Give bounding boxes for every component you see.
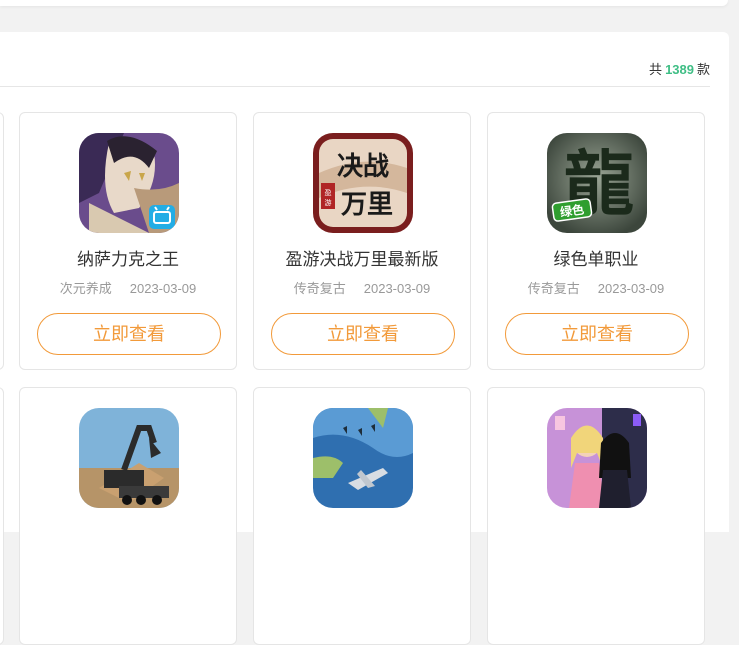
dragon-character-icon[interactable]: 龍 绿色 [547,133,647,233]
game-title[interactable]: 纳萨力克之王 [20,248,236,272]
game-card[interactable]: 纳萨力克之王 次元养成 2023-03-09 立即查看 [19,112,237,370]
game-card[interactable]: 龍 绿色 绿色单职业 传奇复古 2023-03-09 立即查看 [487,112,705,370]
dress-up-girls-icon[interactable] [547,408,647,508]
svg-text:盈: 盈 [325,189,332,197]
top-panel-edge [0,0,728,6]
icon-text-top: 决战 [337,152,389,182]
game-count: 共 1389 款 [649,61,710,79]
count-number: 1389 [665,62,694,77]
game-meta: 传奇复古 2023-03-09 [488,280,704,298]
fighter-jet-icon[interactable] [313,408,413,508]
game-meta: 次元养成 2023-03-09 [20,280,236,298]
game-card[interactable] [19,387,237,645]
game-card[interactable] [487,387,705,645]
view-now-button[interactable]: 立即查看 [37,313,221,355]
game-category: 传奇复古 [527,281,580,296]
game-title[interactable]: 盈游决战万里最新版 [254,248,470,272]
count-suffix: 款 [696,62,710,77]
icon-text-bottom: 万里 [341,190,393,220]
view-now-button[interactable]: 立即查看 [271,313,455,355]
game-title[interactable]: 绿色单职业 [488,248,704,272]
game-category: 次元养成 [59,281,112,296]
game-date: 2023-03-09 [363,281,431,296]
game-card[interactable] [253,387,471,645]
game-meta: 传奇复古 2023-03-09 [254,280,470,298]
game-category: 传奇复古 [293,281,346,296]
game-date: 2023-03-09 [129,281,197,296]
game-card[interactable]: 决战 万里 盈 游 盈游决战万里最新版 传奇复古 2023-03-09 立即查看 [253,112,471,370]
excavator-icon[interactable] [79,408,179,508]
juezhan-wanli-icon[interactable]: 决战 万里 盈 游 [313,133,413,233]
game-card-partial[interactable] [0,112,4,370]
game-date: 2023-03-09 [597,281,665,296]
view-now-button[interactable]: 立即查看 [505,313,689,355]
count-prefix: 共 [649,62,663,77]
game-card-partial[interactable] [0,387,4,645]
divider [0,86,710,87]
svg-text:游: 游 [325,198,332,207]
anime-character-icon[interactable] [79,133,179,233]
